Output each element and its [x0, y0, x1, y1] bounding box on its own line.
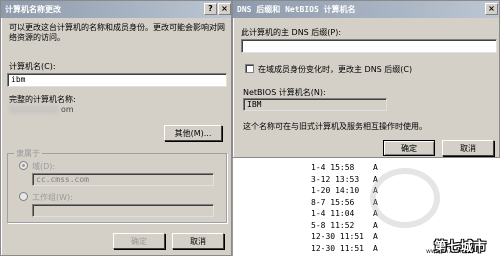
list-item-type: A [373, 163, 378, 172]
full-name-label: 完整的计算机名称: [9, 95, 76, 104]
redacted-name-blur [9, 105, 59, 114]
list-item[interactable]: 12-30 11:51 A [311, 244, 378, 254]
list-item[interactable]: 1-4 15:58 A [311, 163, 378, 173]
list-item-type: A [373, 232, 378, 241]
left-dialog-titlebar: 计算机名称更改 [1, 1, 231, 18]
list-item-date: 3-12 13:53 [311, 174, 360, 184]
dns-suffix-input[interactable] [241, 39, 497, 53]
cancel-button-right[interactable]: 取消 [442, 140, 494, 156]
full-name-value: om [61, 105, 74, 114]
list-item-date: 12-30 11:51 [311, 232, 364, 241]
list-item-date: 1-4 15:58 [311, 163, 355, 172]
domain-radio[interactable] [19, 161, 28, 170]
list-item[interactable]: 1-20 14:10 A [311, 186, 378, 196]
member-of-legend: 隶属于 [14, 148, 42, 159]
netbios-input[interactable]: IBM [243, 98, 387, 111]
change-dns-suffix-checkbox[interactable] [245, 64, 254, 73]
domain-input[interactable]: cc.cmss.com [32, 173, 214, 186]
workgroup-radio[interactable] [19, 192, 28, 201]
help-icon[interactable]: ? [204, 3, 217, 15]
description-text: 可以更改这台计算机的名称和成员身份。更改可能会影响对网络资源的访问。 [9, 23, 225, 42]
ok-button-right[interactable]: 确定 [383, 140, 435, 156]
list-item-date: 1-4 11:04 [311, 209, 355, 218]
cancel-button-left[interactable]: 取消 [172, 233, 224, 249]
list-item-date: 1-20 14:10 [311, 186, 360, 195]
computer-name-changes-dialog: 计算机名称更改 ? × 可以更改这台计算机的名称和成员身份。更改可能会影响对网络… [0, 0, 232, 256]
computer-name-input[interactable]: ibm [7, 73, 227, 87]
watermark-url: www.th7.cn [426, 248, 462, 255]
more-button[interactable]: 其他(M)... [164, 125, 222, 141]
close-icon[interactable]: × [218, 3, 231, 15]
netbios-label: NetBIOS 计算机名(N): [243, 88, 326, 97]
change-dns-suffix-label: 在域成员身份变化时，更改主 DNS 后缀(C) [258, 65, 413, 74]
computer-name-label: 计算机名(C): [9, 62, 56, 71]
list-item[interactable]: 5-8 11:52 A [311, 221, 378, 231]
right-dialog-title: DNS 后缀和 NetBIOS 计算机名 [237, 5, 356, 14]
netbios-info-text: 这个名称可在与旧式计算机及服务相互操作时使用。 [243, 122, 427, 131]
list-item-date: 12-30 11:51 [311, 243, 364, 253]
list-item[interactable]: 12-30 11:51 A [311, 232, 378, 242]
dns-suffix-netbios-dialog: DNS 后缀和 NetBIOS 计算机名 × 此计算机的主 DNS 后缀(P):… [232, 0, 500, 158]
watermark-logo-icon [370, 168, 440, 228]
domain-label: 域(D): [32, 162, 56, 171]
list-item[interactable]: 1-4 11:04 A [311, 209, 378, 219]
list-item[interactable]: 8-7 15:56 A [311, 198, 378, 208]
ok-button-left[interactable]: 确定 [113, 233, 165, 249]
workgroup-label: 工作组(W): [32, 193, 73, 202]
right-dialog-titlebar: DNS 后缀和 NetBIOS 计算机名 [233, 1, 499, 18]
list-item-date: 8-7 15:56 [311, 197, 355, 207]
left-dialog-title: 计算机名称更改 [5, 5, 61, 14]
workgroup-input[interactable] [32, 204, 214, 217]
list-item[interactable]: 3-12 13:53 A [311, 175, 378, 185]
list-item-type: A [373, 220, 378, 230]
dns-suffix-label: 此计算机的主 DNS 后缀(P): [241, 28, 342, 37]
list-item-date: 5-8 11:52 [311, 220, 355, 230]
list-item-type: A [373, 243, 378, 253]
close-icon[interactable]: × [485, 3, 498, 15]
